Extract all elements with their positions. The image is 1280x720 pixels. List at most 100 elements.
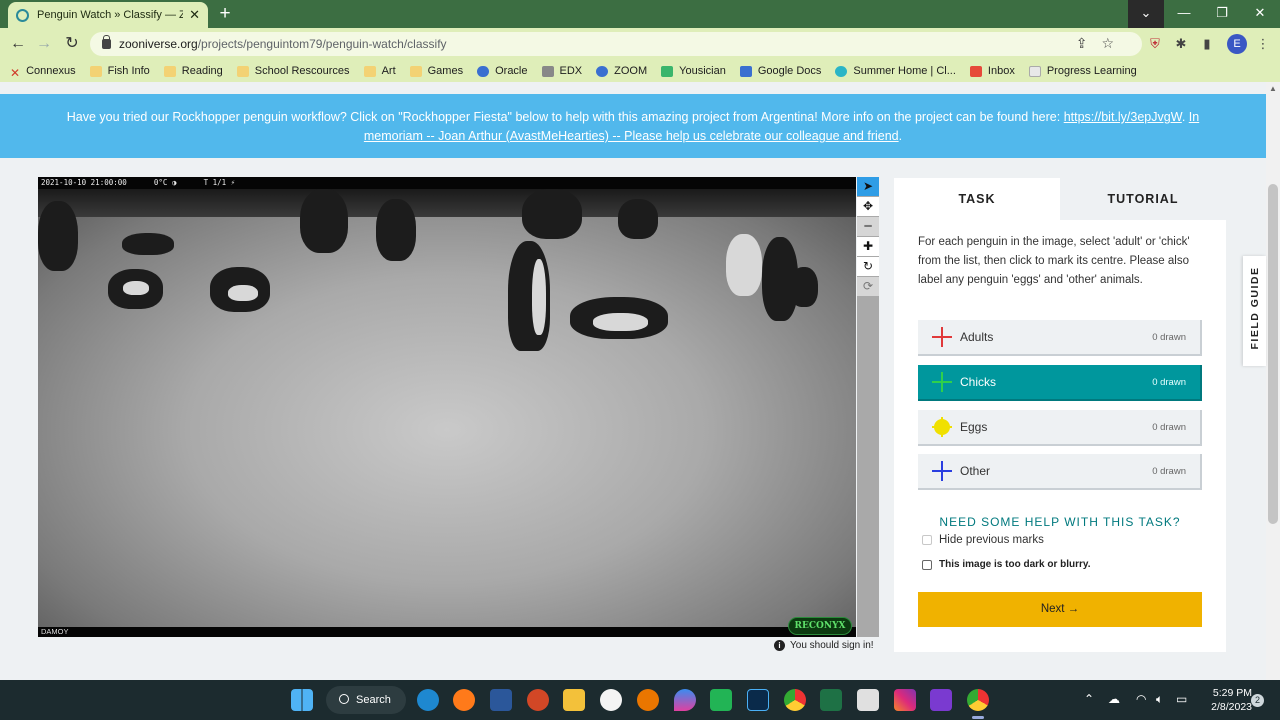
robot-app-icon[interactable] (710, 689, 732, 711)
folder-icon (89, 65, 102, 77)
too-dark-checkbox[interactable] (922, 559, 932, 570)
notification-badge[interactable]: 2 (1251, 694, 1264, 707)
rotate-icon[interactable]: ↻ (857, 257, 879, 276)
file-explorer-icon[interactable] (563, 689, 585, 711)
bookmark-games[interactable]: Games (409, 65, 463, 77)
blender-icon[interactable] (637, 689, 659, 711)
url-bar[interactable]: zooniverse.org/projects/penguintom79/pen… (90, 32, 1142, 56)
hide-marks-checkbox[interactable] (922, 535, 932, 545)
camera-temperature: 0°C (153, 178, 168, 187)
volume-icon[interactable]: 🔈︎ (1156, 692, 1163, 707)
too-dark-option[interactable]: This image is too dark or blurry. (922, 559, 1091, 570)
field-guide-tab[interactable]: FIELD GUIDE (1243, 256, 1266, 366)
bookmark-reading[interactable]: Reading (163, 65, 223, 77)
yousician-icon (661, 65, 674, 77)
camera-location-bar: DAMOY (38, 627, 856, 637)
maximize-button[interactable]: ❐ (1204, 0, 1240, 28)
taskbar-clock[interactable]: 5:29 PM 2/8/2023 (1200, 686, 1252, 714)
google-docs-icon (739, 65, 752, 77)
subject-image[interactable]: 2021-10-10 21:00:00 0°C ◑ T 1/1 ⚡ DAMOY … (38, 177, 856, 637)
photo-app-icon[interactable] (857, 689, 879, 711)
progress-learning-icon (1028, 65, 1041, 77)
bookmark-yousician[interactable]: Yousician (661, 65, 726, 77)
browser-tab[interactable]: Penguin Watch » Classify — Zoo ✕ (8, 2, 208, 28)
tab-search-chevron-icon[interactable]: ⌄ (1128, 0, 1164, 28)
task-help-link[interactable]: NEED SOME HELP WITH THIS TASK? (894, 515, 1226, 529)
crosshair-icon (932, 372, 952, 392)
new-tab-button[interactable]: + (214, 3, 236, 25)
egg-marker-icon (932, 417, 952, 437)
scroll-up-arrow-icon[interactable]: ▲ (1266, 84, 1280, 96)
next-button[interactable]: Next → (918, 592, 1202, 627)
choice-chicks[interactable]: Chicks 0 drawn (918, 365, 1202, 401)
share-star-icons[interactable]: ⇪☆ (1076, 35, 1128, 52)
reset-view-icon[interactable]: ⟳ (857, 277, 879, 296)
choice-other[interactable]: Other 0 drawn (918, 454, 1202, 490)
tab-task[interactable]: TASK (894, 178, 1060, 220)
folder-icon (409, 65, 422, 77)
minimize-button[interactable]: — (1166, 0, 1202, 28)
tab-tutorial[interactable]: TUTORIAL (1060, 178, 1226, 220)
edx-icon (541, 65, 554, 77)
powerpoint-icon[interactable] (527, 689, 549, 711)
task-instructions: For each penguin in the image, select 'a… (918, 236, 1190, 286)
close-tab-icon[interactable]: ✕ (189, 7, 200, 23)
bookmark-oracle[interactable]: Oracle (477, 65, 528, 77)
close-window-button[interactable]: ✕ (1242, 0, 1278, 28)
scrollbar-thumb[interactable] (1268, 184, 1278, 524)
bookmark-connexus[interactable]: ✕ Connexus (10, 65, 76, 80)
taskbar-search[interactable]: Search (326, 686, 406, 714)
extension-shield-icon[interactable]: ⛨ (1146, 35, 1164, 53)
bookmark-summer-home[interactable]: Summer Home | Cl... (835, 65, 956, 77)
announcement-banner: Have you tried our Rockhopper penguin wo… (0, 94, 1266, 158)
bookmark-progress-learning[interactable]: Progress Learning (1028, 65, 1137, 77)
pan-tool-icon[interactable]: ✥ (857, 197, 879, 216)
bookmark-school-rescources[interactable]: School Rescources (236, 65, 350, 77)
bookmark-fish-info[interactable]: Fish Info (89, 65, 150, 77)
penguin-app-icon[interactable] (600, 689, 622, 711)
battery-icon[interactable]: ▭ (1176, 692, 1187, 706)
reconyx-logo: RECONYX (788, 617, 852, 635)
profile-avatar[interactable]: E (1227, 34, 1247, 54)
hide-previous-marks-option[interactable]: Hide previous marks (922, 534, 1044, 546)
choice-adults[interactable]: Adults 0 drawn (918, 320, 1202, 356)
forward-arrow-icon[interactable]: → (32, 33, 56, 55)
instagram-icon[interactable] (894, 689, 916, 711)
reload-icon[interactable]: ↻ (60, 33, 84, 55)
connexus-icon: ✕ (10, 65, 21, 80)
pointer-tool-icon[interactable]: ➤ (857, 177, 879, 196)
bookmark-edx[interactable]: EDX (541, 65, 582, 77)
camera-timestamp: 2021-10-10 21:00:00 (41, 178, 127, 187)
extensions-puzzle-icon[interactable]: ✱ (1172, 35, 1190, 53)
excel-icon[interactable] (820, 689, 842, 711)
info-icon: i (774, 640, 785, 651)
back-arrow-icon[interactable]: ← (6, 33, 30, 55)
zoom-out-icon[interactable]: ━ (857, 217, 879, 236)
word-icon[interactable] (490, 689, 512, 711)
clipchamp-icon[interactable] (930, 689, 952, 711)
firefox-icon[interactable] (453, 689, 475, 711)
lightroom-icon[interactable] (747, 689, 769, 711)
sign-in-notice[interactable]: i You should sign in! (774, 640, 874, 651)
choice-eggs[interactable]: Eggs 0 drawn (918, 410, 1202, 446)
bookmark-google-docs[interactable]: Google Docs (739, 65, 821, 77)
browser-menu-icon[interactable]: ⋮ (1254, 35, 1272, 53)
url-path: /projects/penguintom79/penguin-watch/cla… (197, 37, 447, 51)
bookmark-inbox[interactable]: Inbox (969, 65, 1015, 77)
banner-link-bitly[interactable]: https://bit.ly/3epJvgW (1064, 110, 1182, 124)
windows-start-icon[interactable] (291, 689, 313, 711)
onedrive-cloud-icon[interactable]: ☁ (1108, 692, 1120, 706)
chrome-icon[interactable] (784, 689, 806, 711)
chrome-profile-icon[interactable] (967, 689, 989, 711)
bookmark-art[interactable]: Art (363, 65, 396, 77)
bookmark-zoom[interactable]: ZOOM (596, 65, 647, 77)
bookmarks-bar: ✕ Connexus Fish Info Reading School Resco… (0, 60, 1280, 82)
paint-drop-icon[interactable] (674, 689, 696, 711)
wifi-icon[interactable]: ◠ (1136, 692, 1146, 706)
image-toolbar: ➤ ✥ ━ ✚ ↻ ⟳ (857, 177, 879, 637)
side-panel-icon[interactable]: ▮ (1198, 35, 1216, 53)
tray-chevron-icon[interactable]: ⌃ (1084, 692, 1094, 706)
zoom-in-icon[interactable]: ✚ (857, 237, 879, 256)
edge-icon[interactable] (417, 689, 439, 711)
zoom-icon (596, 65, 609, 77)
